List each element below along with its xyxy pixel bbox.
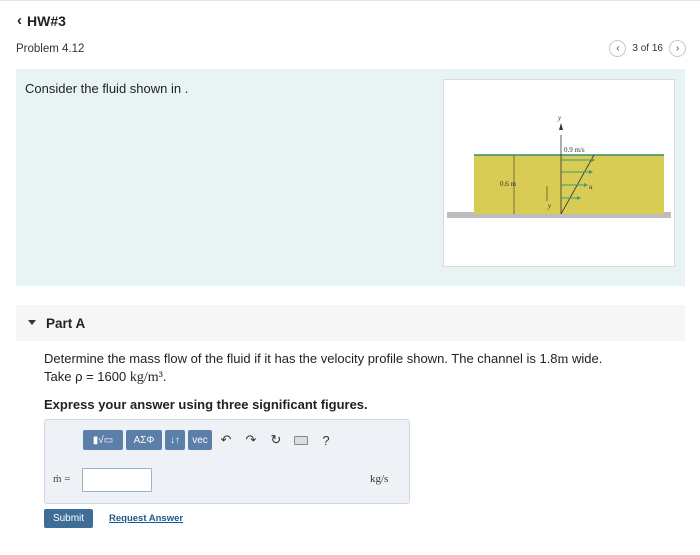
part-a-label: Part A: [46, 316, 86, 331]
question-line-2: Take ρ = 1600 kg/m³.: [44, 369, 166, 386]
depth-label: 0.6 m: [500, 180, 517, 188]
help-icon[interactable]: ?: [315, 430, 337, 450]
width-unit: m: [557, 352, 569, 367]
answer-box: ▮√▭ ΑΣΦ ↓↑ vec ↶ ↷ ↻ ? ṁ = kg/s: [44, 419, 410, 504]
problem-figure: y 0.9 m/s 0.6 m y u: [443, 79, 675, 267]
vec-button[interactable]: vec: [188, 430, 212, 450]
answer-units: kg/s: [370, 473, 389, 485]
pager-text: 3 of 16: [632, 43, 663, 54]
keyboard-icon[interactable]: [290, 430, 312, 450]
arrows-button[interactable]: ↓↑: [165, 430, 185, 450]
question-line-1: Determine the mass flow of the fluid if …: [44, 351, 602, 368]
problem-title: Problem 4.12: [16, 43, 85, 55]
problem-text: Consider the fluid shown in .: [25, 81, 189, 96]
y-axis-label: y: [557, 114, 562, 122]
reset-icon[interactable]: ↻: [265, 430, 287, 450]
back-link[interactable]: ‹ HW#3: [17, 12, 66, 29]
undo-icon[interactable]: ↶: [215, 430, 237, 450]
velocity-profile-diagram: y 0.9 m/s 0.6 m y u: [447, 114, 671, 218]
question-text: Determine the mass flow of the fluid if …: [44, 351, 558, 366]
next-problem-button[interactable]: ›: [669, 40, 686, 57]
problem-statement: Consider the fluid shown in . y 0.9 m/s …: [16, 69, 685, 286]
pager: ‹ 3 of 16 ›: [609, 40, 686, 57]
density-text: Take ρ = 1600: [44, 369, 127, 384]
u-label: u: [589, 183, 593, 191]
chevron-right-icon: ›: [675, 43, 680, 54]
problem-header: Problem 4.12 ‹ 3 of 16 ›: [0, 36, 700, 66]
part-a-header[interactable]: Part A: [16, 305, 685, 341]
chevron-left-icon: ‹: [17, 12, 22, 29]
submit-button[interactable]: Submit: [44, 509, 93, 528]
velocity-label: 0.9 m/s: [564, 146, 585, 154]
request-answer-link[interactable]: Request Answer: [109, 513, 183, 524]
symbols-button[interactable]: ΑΣΦ: [126, 430, 162, 450]
question-text-end: wide.: [568, 351, 603, 366]
answer-label: ṁ =: [53, 473, 71, 485]
collapse-triangle-icon[interactable]: [28, 320, 36, 325]
templates-button[interactable]: ▮√▭: [83, 430, 123, 450]
math-toolbar: ▮√▭ ΑΣΦ ↓↑ vec ↶ ↷ ↻ ?: [83, 430, 337, 450]
density-text-end: .: [162, 369, 167, 384]
top-bar: ‹ HW#3: [0, 0, 700, 36]
answer-input[interactable]: [82, 468, 152, 492]
assignment-title: HW#3: [27, 12, 66, 29]
redo-icon[interactable]: ↷: [240, 430, 262, 450]
chevron-left-icon: ‹: [616, 43, 620, 54]
instruction-text: Express your answer using three signific…: [44, 397, 368, 412]
density-unit: kg/m³: [129, 370, 163, 385]
previous-problem-button[interactable]: ‹: [609, 40, 627, 57]
